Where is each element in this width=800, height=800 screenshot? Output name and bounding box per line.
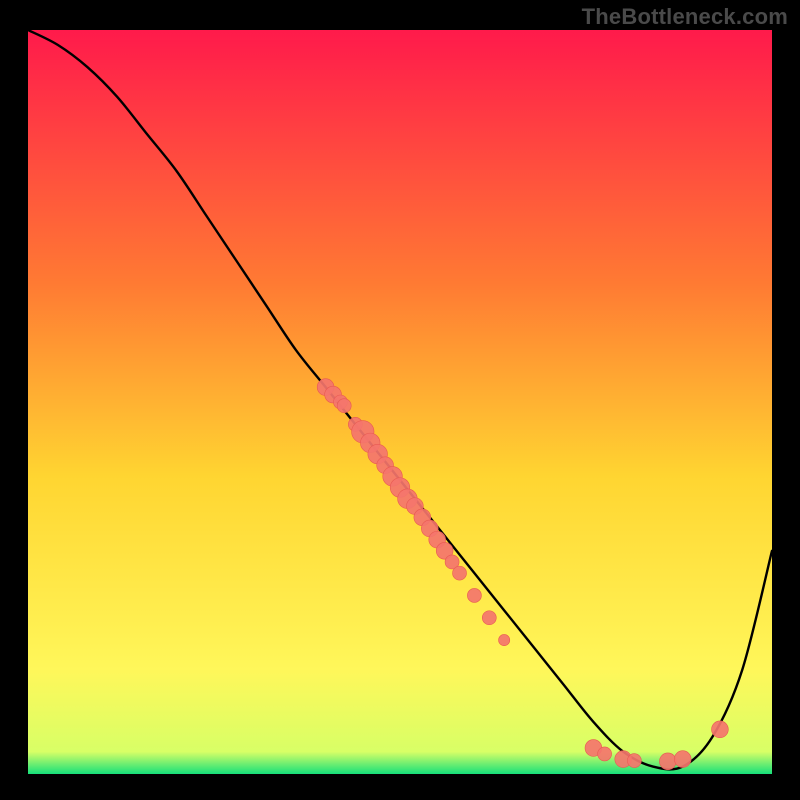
data-marker [499,634,510,645]
chart-svg [28,30,772,774]
watermark-text: TheBottleneck.com [582,4,788,30]
data-marker [337,399,351,413]
data-marker [482,611,496,625]
data-marker [627,754,641,768]
data-marker [659,753,676,770]
chart-frame: TheBottleneck.com [0,0,800,800]
chart-background [28,30,772,774]
data-marker [712,721,729,738]
chart-plot-area [28,30,772,774]
data-marker [467,588,481,602]
data-marker [453,566,467,580]
data-marker [674,751,691,768]
data-marker [598,747,612,761]
